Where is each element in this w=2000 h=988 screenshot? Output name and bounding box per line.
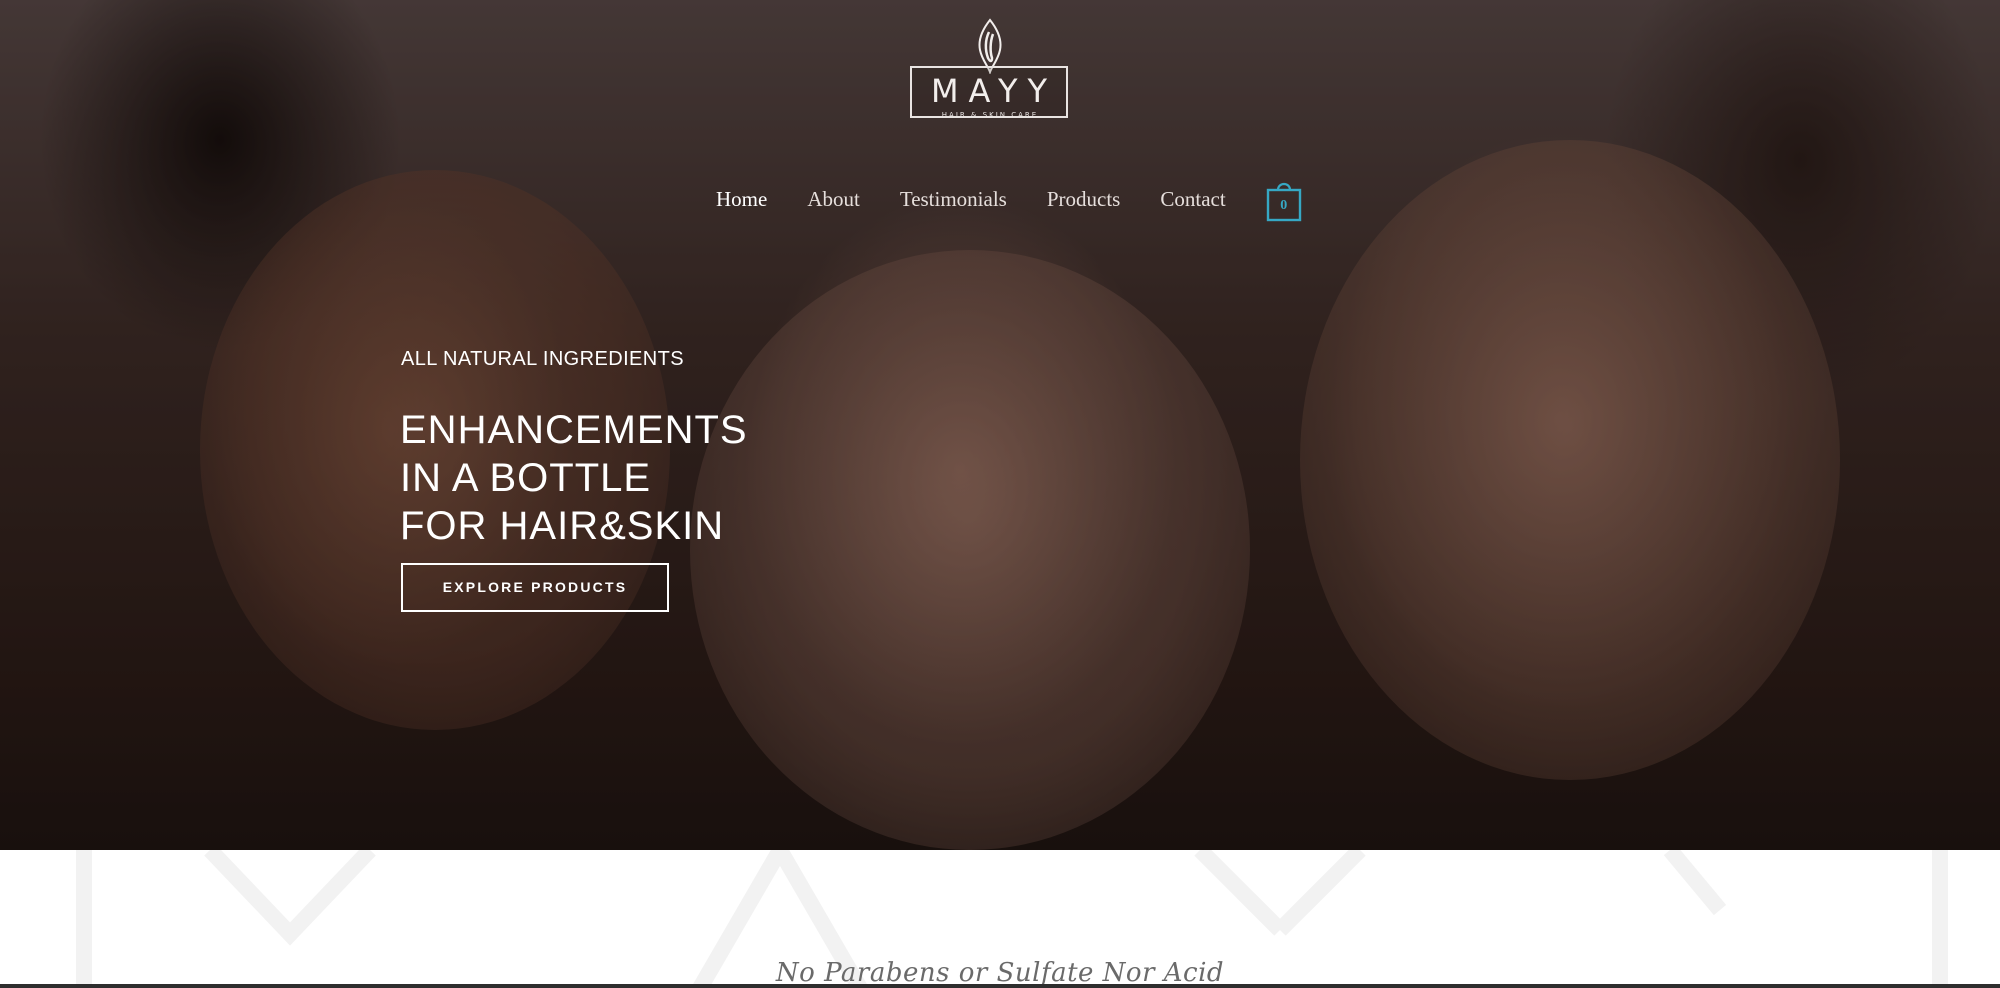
hero-heading-line-2: IN A BOTTLE bbox=[400, 456, 652, 500]
hero-heading-line-1: ENHANCEMENTS bbox=[400, 408, 748, 452]
nav-item-home[interactable]: Home bbox=[716, 176, 767, 222]
explore-products-button[interactable]: EXPLORE PRODUCTS bbox=[401, 563, 669, 612]
nav-item-products[interactable]: Products bbox=[1047, 176, 1121, 222]
page: MAYY HAIR & SKIN CARE Home About Testimo… bbox=[0, 0, 2000, 988]
brand-tagline: HAIR & SKIN CARE bbox=[941, 111, 1039, 119]
cart-button[interactable]: 0 bbox=[1266, 176, 1302, 222]
nav-item-about[interactable]: About bbox=[807, 176, 860, 222]
hero-overlay bbox=[0, 0, 2000, 850]
hero-heading: ENHANCEMENTS IN A BOTTLE FOR HAIR&SKIN bbox=[400, 406, 748, 550]
cart-count-badge: 0 bbox=[1280, 198, 1288, 213]
brand-logo[interactable]: MAYY HAIR & SKIN CARE bbox=[910, 18, 1070, 122]
main-nav: Home About Testimonials Products Contact… bbox=[716, 176, 1302, 222]
nav-item-testimonials[interactable]: Testimonials bbox=[900, 176, 1007, 222]
brand-name: MAYY bbox=[930, 72, 1058, 110]
intro-section: No Parabens or Sulfate Nor Acid bbox=[0, 850, 2000, 988]
hero-eyebrow: ALL NATURAL INGREDIENTS bbox=[401, 348, 684, 370]
hero-heading-line-3: FOR HAIR&SKIN bbox=[400, 504, 725, 548]
hero-section: MAYY HAIR & SKIN CARE Home About Testimo… bbox=[0, 0, 2000, 850]
nav-item-contact[interactable]: Contact bbox=[1160, 176, 1225, 222]
bottom-divider bbox=[0, 984, 2000, 988]
